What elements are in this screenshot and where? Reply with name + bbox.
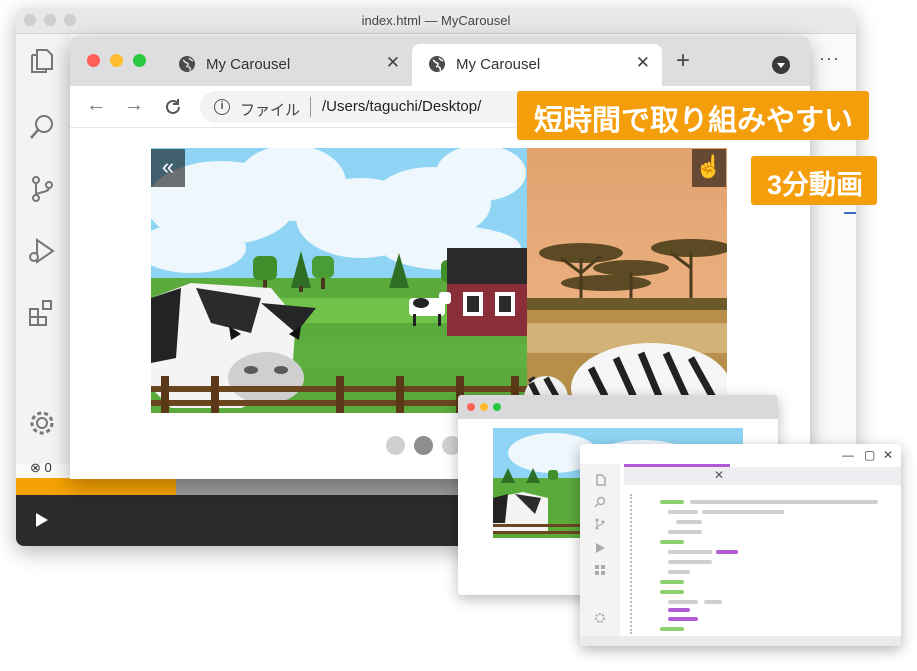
hand-pointer-icon: ☝ xyxy=(695,154,723,179)
tab-search-icon[interactable] xyxy=(772,56,790,74)
mini-editor-tabbar xyxy=(624,467,901,485)
error-count: 0 xyxy=(44,460,52,475)
carousel-prev-button[interactable]: « xyxy=(151,149,185,187)
problems-status[interactable]: ⊗ 0 xyxy=(16,456,76,478)
editor-accent-line xyxy=(844,212,856,214)
extensions-icon xyxy=(595,565,605,575)
settings-gear-icon xyxy=(595,613,605,623)
video-length-badge: 3分動画 xyxy=(751,156,878,205)
address-divider xyxy=(310,97,311,117)
forward-arrow-icon[interactable]: → xyxy=(124,94,144,117)
minimize-light xyxy=(480,403,488,411)
minimize-icon[interactable]: — xyxy=(842,448,854,462)
close-light[interactable] xyxy=(87,54,100,67)
address-scheme-label: ファイル xyxy=(240,102,301,119)
carousel-indicators xyxy=(386,436,461,455)
error-circle-icon: ⊗ xyxy=(30,460,41,475)
play-icon[interactable] xyxy=(36,513,48,527)
address-path: /Users/taguchi/Desktop/ xyxy=(322,98,482,115)
carousel-next-button[interactable]: ☝ xyxy=(692,149,726,187)
globe-icon xyxy=(179,56,195,72)
zoom-light[interactable] xyxy=(133,54,146,67)
run-debug-icon[interactable] xyxy=(27,236,57,266)
mini-editor-thumbnail: — ▢ ✕ ✕ xyxy=(580,444,901,646)
tab-my-carousel-1[interactable]: My Carousel ✕ xyxy=(162,44,412,86)
mini-status-bar xyxy=(580,636,901,646)
search-icon xyxy=(594,496,606,508)
settings-gear-icon[interactable] xyxy=(27,408,57,438)
maximize-icon[interactable]: ▢ xyxy=(864,448,875,462)
carousel-slide-image xyxy=(151,148,727,413)
screenshot-stage: index.html — MyCarousel ··· ⊗ 0 My Carou… xyxy=(0,0,917,671)
close-icon[interactable]: ✕ xyxy=(883,448,893,462)
video-progress-fill xyxy=(16,478,176,495)
carousel-dot-1[interactable] xyxy=(386,436,405,455)
tab-close-icon[interactable]: ✕ xyxy=(386,53,400,73)
mini-browser-titlebar xyxy=(458,395,778,419)
headline-badge: 短時間で取り組みやすい xyxy=(517,91,870,140)
tab-strip: My Carousel ✕ My Carousel ✕ + xyxy=(70,36,810,86)
vscode-titlebar: index.html — MyCarousel xyxy=(16,8,856,34)
source-control-icon xyxy=(595,518,605,530)
carousel-dot-2[interactable] xyxy=(414,436,433,455)
files-icon[interactable] xyxy=(27,46,57,76)
site-info-icon[interactable]: i xyxy=(214,99,230,115)
back-arrow-icon[interactable]: ← xyxy=(86,94,106,117)
tab-label: My Carousel xyxy=(456,56,541,73)
globe-icon xyxy=(429,56,445,72)
tab-close-icon[interactable]: ✕ xyxy=(714,468,724,482)
window-title: index.html — MyCarousel xyxy=(361,13,511,28)
minimize-light[interactable] xyxy=(110,54,123,67)
mini-active-tab-indicator xyxy=(624,464,730,467)
close-light xyxy=(467,403,475,411)
reload-icon[interactable] xyxy=(163,97,183,117)
search-icon[interactable] xyxy=(27,112,57,142)
tab-my-carousel-2[interactable]: My Carousel ✕ xyxy=(412,44,662,86)
extensions-icon[interactable] xyxy=(27,298,57,328)
tab-close-icon[interactable]: ✕ xyxy=(636,53,650,73)
tab-label: My Carousel xyxy=(206,56,291,73)
run-icon xyxy=(596,543,605,553)
mini-line-gutter xyxy=(630,494,632,634)
zoom-light xyxy=(493,403,501,411)
mini-activity-bar xyxy=(580,464,620,636)
more-actions-icon[interactable]: ··· xyxy=(819,48,840,69)
files-icon xyxy=(596,474,606,486)
activity-bar xyxy=(16,34,70,464)
source-control-icon[interactable] xyxy=(27,174,57,204)
new-tab-button[interactable]: + xyxy=(676,49,690,73)
